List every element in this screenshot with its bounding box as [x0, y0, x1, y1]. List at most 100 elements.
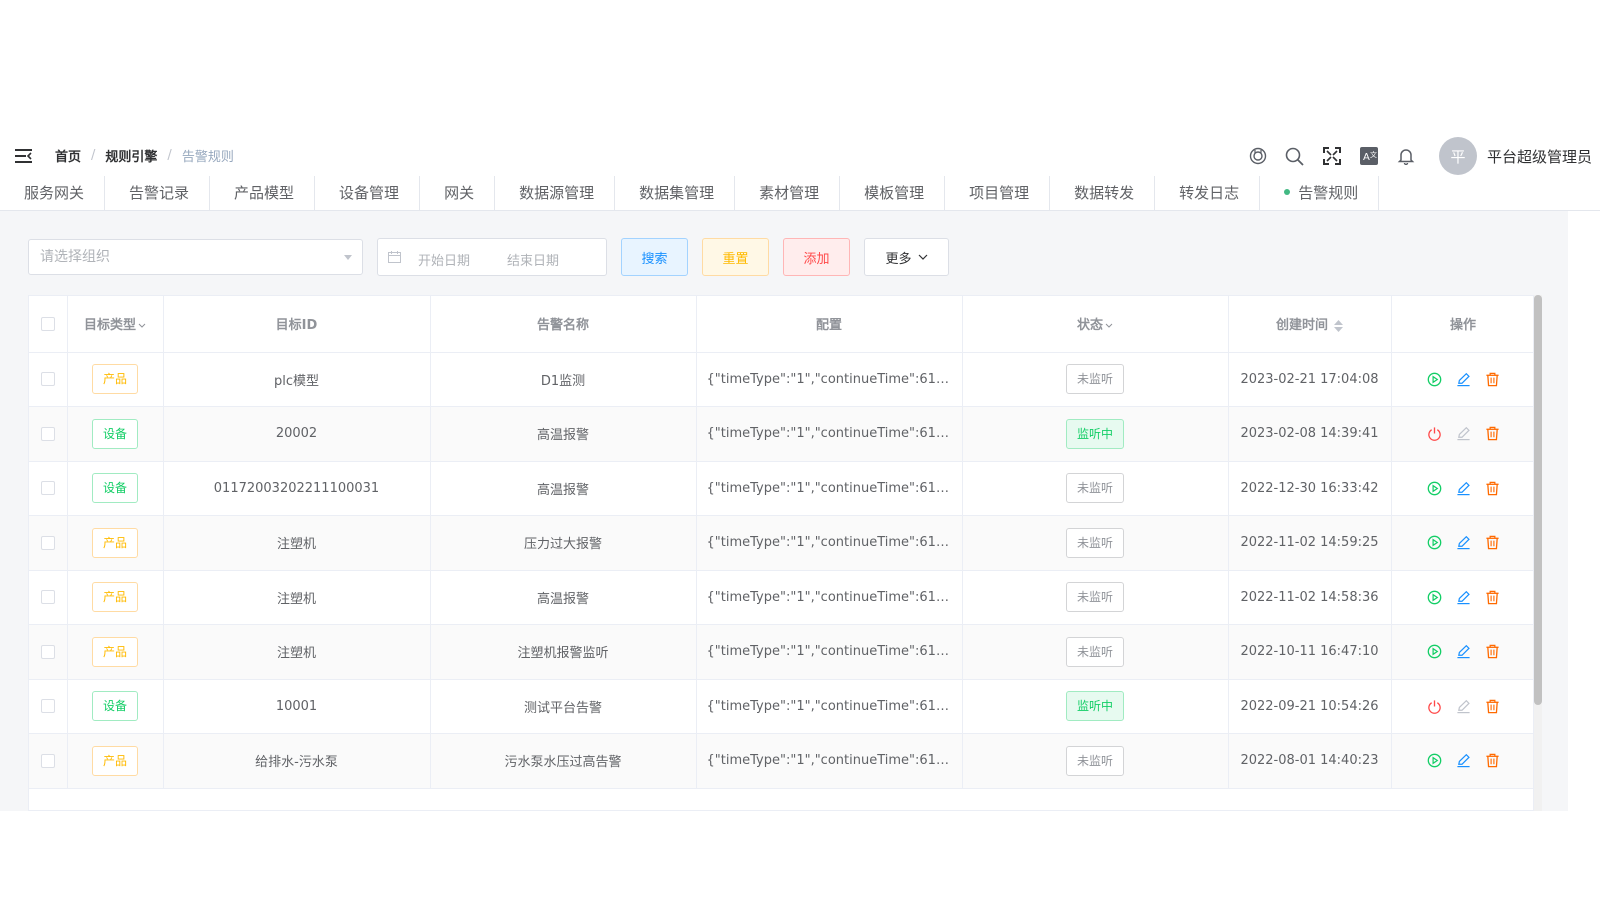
search-button[interactable]: 搜索 — [621, 238, 688, 276]
row-checkbox[interactable] — [40, 753, 55, 768]
target-id-cell: 01172003202211100031 — [163, 461, 431, 516]
delete-icon[interactable] — [1484, 753, 1500, 769]
reset-button[interactable]: 重置 — [702, 238, 769, 276]
delete-icon[interactable] — [1484, 644, 1500, 660]
delete-icon[interactable] — [1484, 480, 1500, 496]
tab-12[interactable]: 告警规则 — [1260, 176, 1380, 210]
edit-icon[interactable] — [1455, 480, 1471, 496]
status-badge: 未监听 — [1065, 364, 1124, 395]
edit-icon[interactable] — [1455, 371, 1471, 387]
row-checkbox[interactable] — [40, 699, 55, 714]
tab-0[interactable]: 服务网关 — [0, 176, 106, 210]
row-checkbox[interactable] — [40, 426, 55, 441]
tab-6[interactable]: 数据集管理 — [615, 176, 736, 210]
delete-icon[interactable] — [1484, 426, 1500, 442]
edit-icon[interactable] — [1455, 535, 1471, 551]
row-checkbox[interactable] — [40, 590, 55, 605]
play-icon[interactable] — [1426, 753, 1442, 769]
edit-icon[interactable] — [1455, 753, 1471, 769]
row-select-cell — [29, 515, 68, 571]
power-icon[interactable] — [1426, 426, 1442, 442]
column-header-alarm-name: 告警名称 — [430, 296, 697, 353]
target-id-cell: plc模型 — [163, 352, 431, 407]
alarm-name-cell: 高温报警 — [430, 570, 697, 625]
play-icon[interactable] — [1426, 644, 1442, 660]
column-header-created[interactable]: 创建时间 — [1228, 296, 1392, 353]
play-icon[interactable] — [1426, 371, 1442, 387]
created-cell: 2022-11-02 14:58:36 — [1228, 570, 1392, 625]
tab-9[interactable]: 项目管理 — [945, 176, 1051, 210]
tab-label: 数据转发 — [1074, 184, 1135, 202]
status-cell: 监听中 — [962, 406, 1229, 462]
breadcrumb-home[interactable]: 首页 — [55, 146, 81, 165]
bell-icon[interactable] — [1396, 146, 1416, 166]
svg-text:A: A — [1363, 152, 1370, 163]
delete-icon[interactable] — [1484, 535, 1500, 551]
column-header-status[interactable]: 状态 — [962, 296, 1229, 353]
edit-icon[interactable] — [1455, 589, 1471, 605]
vertical-scrollbar[interactable] — [1534, 295, 1542, 811]
tab-11[interactable]: 转发日志 — [1155, 176, 1261, 210]
table-row: 产品 给排水-污水泵 污水泵水压过高告警 {"timeType":"1","conti… — [29, 733, 1533, 789]
app-window: 首页 / 规则引擎 / 告警规则 A文 平 平台超级管理员 服务网关 告警记录 … — [0, 133, 1600, 811]
tab-label: 产品模型 — [234, 184, 295, 202]
right-menu: A文 平 平台超级管理员 — [1248, 133, 1600, 179]
username[interactable]: 平台超级管理员 — [1487, 146, 1592, 167]
alarm-name-cell: 污水泵水压过高告警 — [430, 733, 697, 789]
search-icon[interactable] — [1285, 146, 1305, 166]
target-type-badge: 产品 — [91, 745, 138, 776]
target-type-cell: 产品 — [67, 570, 164, 625]
sort-icon[interactable] — [1334, 319, 1343, 332]
github-icon[interactable] — [1248, 146, 1268, 166]
play-icon[interactable] — [1426, 589, 1442, 605]
play-icon[interactable] — [1426, 535, 1442, 551]
tab-5[interactable]: 数据源管理 — [495, 176, 616, 210]
status-badge: 未监听 — [1065, 473, 1124, 504]
table-row: 产品 注塑机 注塑机报警监听 {"timeType":"1","continueTim… — [29, 624, 1533, 680]
more-dropdown-button[interactable]: 更多 — [864, 238, 949, 276]
ops-cell — [1391, 461, 1533, 516]
tab-4[interactable]: 网关 — [420, 176, 496, 210]
row-checkbox[interactable] — [40, 481, 55, 496]
tab-1[interactable]: 告警记录 — [105, 176, 211, 210]
tab-label: 数据集管理 — [639, 184, 715, 202]
config-cell: {"timeType":"1","continueTime":61,"anti.… — [696, 352, 963, 407]
scrollbar-thumb[interactable] — [1534, 295, 1542, 705]
avatar[interactable]: 平 — [1438, 137, 1477, 175]
column-header-target-type[interactable]: 目标类型 — [67, 296, 164, 353]
date-range-picker[interactable]: 开始日期 结束日期 — [377, 238, 607, 276]
hamburger-icon[interactable] — [15, 148, 32, 163]
power-icon[interactable] — [1426, 698, 1442, 714]
target-type-badge: 设备 — [91, 691, 138, 722]
tab-3[interactable]: 设备管理 — [315, 176, 421, 210]
breadcrumb-parent[interactable]: 规则引擎 — [105, 146, 157, 165]
edit-icon[interactable] — [1455, 644, 1471, 660]
row-checkbox[interactable] — [40, 372, 55, 387]
tab-label: 服务网关 — [24, 184, 85, 202]
ops-cell — [1391, 733, 1533, 789]
start-date-input[interactable]: 开始日期 — [418, 250, 470, 269]
target-id-cell: 20002 — [163, 406, 431, 462]
language-icon[interactable]: A文 — [1359, 146, 1379, 166]
target-type-cell: 产品 — [67, 624, 164, 680]
navbar: 首页 / 规则引擎 / 告警规则 A文 平 平台超级管理员 — [0, 133, 1600, 179]
tab-2[interactable]: 产品模型 — [210, 176, 316, 210]
row-checkbox[interactable] — [40, 535, 55, 550]
delete-icon[interactable] — [1484, 371, 1500, 387]
tab-10[interactable]: 数据转发 — [1050, 176, 1156, 210]
delete-icon[interactable] — [1484, 698, 1500, 714]
delete-icon[interactable] — [1484, 589, 1500, 605]
target-type-cell: 设备 — [67, 679, 164, 734]
end-date-input[interactable]: 结束日期 — [507, 250, 559, 269]
select-all-checkbox[interactable] — [40, 316, 55, 331]
config-cell: {"timeType":"1","continueTime":61,"anti.… — [696, 461, 963, 516]
play-icon[interactable] — [1426, 480, 1442, 496]
fullscreen-icon[interactable] — [1322, 146, 1342, 166]
ops-cell — [1391, 679, 1533, 734]
add-button[interactable]: 添加 — [783, 238, 850, 276]
tab-8[interactable]: 模板管理 — [840, 176, 946, 210]
row-checkbox[interactable] — [40, 644, 55, 659]
tab-7[interactable]: 素材管理 — [735, 176, 841, 210]
org-select[interactable]: 请选择组织 — [28, 239, 363, 275]
target-type-badge: 设备 — [91, 418, 138, 449]
